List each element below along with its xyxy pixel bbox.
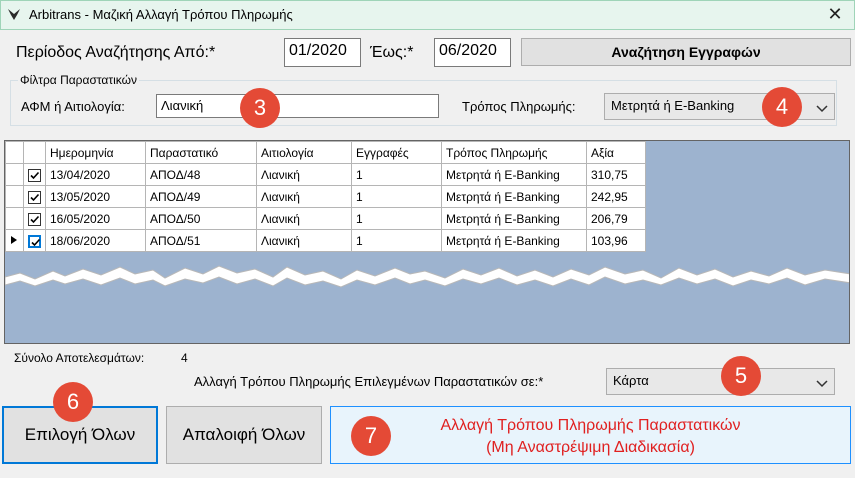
cell-payment[interactable]: Μετρητά ή E-Banking — [441, 185, 587, 208]
cell-reason[interactable]: Λιανική — [256, 163, 352, 186]
cell-document[interactable]: ΑΠΟΔ/48 — [145, 163, 257, 186]
row-header[interactable] — [5, 163, 24, 186]
afm-label: ΑΦΜ ή Αιτιολογία: — [21, 99, 125, 114]
column-header-payment[interactable]: Τρόπος Πληρωμής — [441, 141, 587, 164]
apply-button-line1: Αλλαγή Τρόπου Πληρωμής Παραστατικών — [440, 417, 741, 434]
checkmark-icon — [30, 193, 40, 201]
cell-date[interactable]: 13/04/2020 — [45, 163, 146, 186]
period-to-label: Έως:* — [370, 44, 414, 61]
total-results-label: Σύνολο Αποτελεσμάτων: — [14, 351, 145, 365]
close-button[interactable]: ✕ — [820, 2, 850, 26]
cell-date[interactable]: 13/05/2020 — [45, 185, 146, 208]
apply-button-line2: (Μη Αναστρέψιμη Διαδικασία) — [486, 439, 695, 456]
cell-reason[interactable]: Λιανική — [256, 207, 352, 230]
column-header-entries[interactable]: Εγγραφές — [351, 141, 442, 164]
chevron-down-icon — [816, 105, 828, 113]
cell-payment[interactable]: Μετρητά ή E-Banking — [441, 207, 587, 230]
records-table: Ημερομηνία Παραστατικό Αιτιολογία Εγγραφ… — [5, 141, 646, 252]
torn-edge-graphic — [5, 265, 849, 288]
current-row-arrow-icon — [11, 235, 17, 244]
app-logo-icon — [8, 9, 20, 20]
row-header[interactable] — [5, 185, 24, 208]
cell-payment[interactable]: Μετρητά ή E-Banking — [441, 163, 587, 186]
column-header-select[interactable] — [23, 141, 46, 164]
cell-reason[interactable]: Λιανική — [256, 185, 352, 208]
cell-document[interactable]: ΑΠΟΔ/50 — [145, 207, 257, 230]
payment-filter-value: Μετρητά ή E-Banking — [611, 98, 735, 113]
cell-entries[interactable]: 1 — [351, 185, 442, 208]
annotation-badge-7: 7 — [351, 416, 391, 456]
annotation-badge-4: 4 — [762, 87, 802, 127]
column-header-document[interactable]: Παραστατικό — [145, 141, 257, 164]
annotation-badge-5: 5 — [721, 356, 761, 396]
period-to-input[interactable]: 06/2020 — [434, 38, 511, 67]
row-checkbox[interactable] — [28, 212, 41, 226]
annotation-badge-3: 3 — [240, 88, 280, 128]
cell-document[interactable]: ΑΠΟΔ/49 — [145, 185, 257, 208]
row-header[interactable] — [5, 207, 24, 230]
cell-date[interactable]: 16/05/2020 — [45, 207, 146, 230]
filters-group-title: Φίλτρα Παραστατικών — [18, 73, 139, 87]
chevron-down-icon — [816, 380, 828, 388]
annotation-badge-6: 6 — [53, 382, 93, 422]
checkmark-icon — [30, 215, 40, 223]
window-title: Arbitrans - Μαζική Αλλαγή Τρόπου Πληρωμή… — [29, 7, 293, 22]
clear-all-button[interactable]: Απαλοιφή Όλων — [166, 406, 322, 464]
row-checkbox[interactable] — [28, 168, 41, 182]
checkmark-icon — [30, 171, 40, 179]
period-from-input[interactable]: 01/2020 — [284, 38, 361, 67]
row-header-corner — [5, 141, 24, 164]
payment-filter-label: Τρόπος Πληρωμής: — [462, 99, 576, 114]
records-grid[interactable]: Ημερομηνία Παραστατικό Αιτιολογία Εγγραφ… — [4, 140, 850, 344]
cell-value[interactable]: 310,75 — [586, 163, 646, 186]
column-header-reason[interactable]: Αιτιολογία — [256, 141, 352, 164]
change-payment-label: Αλλαγή Τρόπου Πληρωμής Επιλεγμένων Παρασ… — [194, 374, 544, 389]
column-header-value[interactable]: Αξία — [586, 141, 646, 164]
cell-value[interactable]: 242,95 — [586, 185, 646, 208]
period-from-label: Περίοδος Αναζήτησης Από:* — [16, 44, 216, 61]
search-records-button[interactable]: Αναζήτηση Εγγραφών — [521, 38, 851, 66]
table-row[interactable]: 13/04/2020 ΑΠΟΔ/48 Λιανική 1 Μετρητά ή E-Ban… — [5, 163, 646, 186]
cell-value[interactable]: 206,79 — [586, 207, 646, 230]
row-checkbox[interactable] — [28, 234, 41, 248]
table-row[interactable]: 16/05/2020 ΑΠΟΔ/50 Λιανική 1 Μετρητά ή E-Ban… — [5, 207, 646, 230]
cell-select[interactable] — [23, 207, 46, 230]
total-results-value: 4 — [181, 351, 188, 365]
row-checkbox[interactable] — [28, 190, 41, 204]
cell-select[interactable] — [23, 163, 46, 186]
column-header-date[interactable]: Ημερομηνία — [45, 141, 146, 164]
cell-entries[interactable]: 1 — [351, 163, 442, 186]
table-row[interactable]: 13/05/2020 ΑΠΟΔ/49 Λιανική 1 Μετρητά ή E-Ban… — [5, 185, 646, 208]
checkmark-icon — [31, 238, 41, 246]
change-payment-value: Κάρτα — [613, 373, 649, 388]
cell-select[interactable] — [23, 185, 46, 208]
afm-reason-input[interactable]: Λιανική — [156, 94, 439, 118]
apply-payment-change-button[interactable]: Αλλαγή Τρόπου Πληρωμής Παραστατικών (Μη … — [330, 406, 851, 464]
cell-entries[interactable]: 1 — [351, 207, 442, 230]
